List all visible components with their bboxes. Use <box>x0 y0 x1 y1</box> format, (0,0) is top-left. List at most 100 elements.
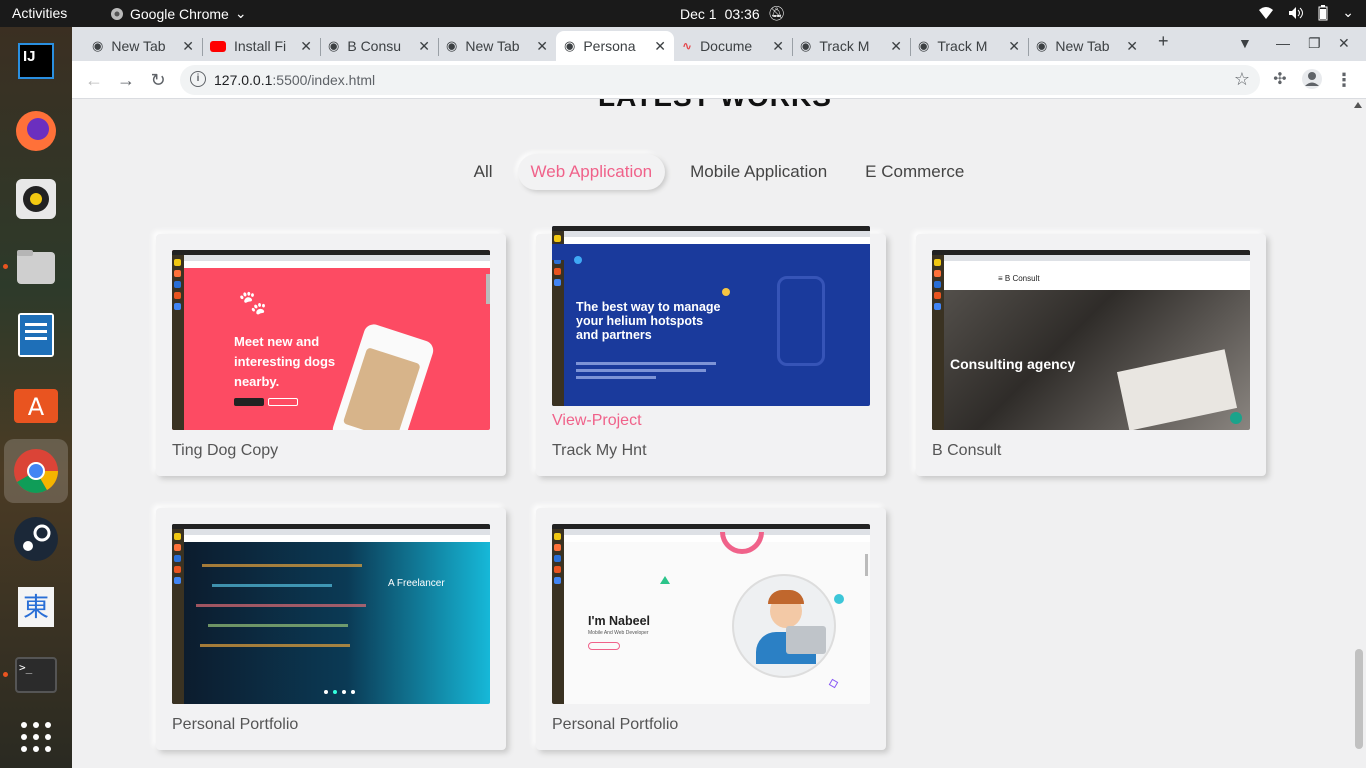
tab-track[interactable]: ◉ Track M ✕ <box>792 31 910 61</box>
software-center-icon[interactable]: A <box>10 377 62 429</box>
steam-icon[interactable] <box>10 513 62 565</box>
thumb-scrollbar <box>865 554 868 576</box>
menu-kebab-icon[interactable]: ⋮ <box>1332 68 1356 92</box>
project-thumbnail[interactable]: I'm Nabeel Mobile And Web Developer <box>552 524 870 704</box>
reload-icon[interactable]: ↻ <box>146 68 170 92</box>
info-icon[interactable]: i <box>190 71 206 87</box>
project-thumbnail[interactable]: A Freelancer <box>172 524 490 704</box>
project-card[interactable]: 🐾︎ Meet new and interesting dogs nearby.… <box>156 234 506 476</box>
mini-url <box>172 535 490 542</box>
time-label: 03:36 <box>724 5 760 22</box>
thumb-body-line <box>576 376 656 379</box>
tab-label: New Tab <box>111 38 166 54</box>
terminal-icon[interactable]: >_ <box>10 649 62 701</box>
filter-mobile-application[interactable]: Mobile Application <box>677 154 840 190</box>
restore-icon[interactable]: ❐ <box>1308 35 1321 52</box>
view-project-link[interactable]: View-Project <box>552 412 642 430</box>
libreoffice-writer-icon[interactable] <box>10 309 62 361</box>
battery-icon <box>1318 4 1328 20</box>
project-card[interactable]: I'm Nabeel Mobile And Web Developer Pers… <box>536 508 886 750</box>
thumb-avatar-circle <box>732 574 836 678</box>
chrome-globe-icon: ◉ <box>446 38 458 53</box>
url-host: 127.0.0.1 <box>214 72 273 88</box>
filter-bar: All Web Application Mobile Application E… <box>72 154 1366 190</box>
project-thumbnail[interactable]: ≡ B Consult Consulting agency <box>932 250 1250 430</box>
page-scrollbar-thumb[interactable] <box>1355 649 1363 749</box>
url-path: :5500/index.html <box>272 72 376 88</box>
tab-strip: ◉ New Tab ✕ Install Fi ✕ ◉ B Consu ✕ ◉ N… <box>72 27 1366 61</box>
thumb-subtitle: Mobile And Web Developer <box>588 630 649 636</box>
files-icon[interactable] <box>10 241 62 293</box>
tab-b-consult[interactable]: ◉ B Consu ✕ <box>320 31 438 61</box>
close-icon[interactable]: ✕ <box>418 38 430 55</box>
app-name: Google Chrome <box>130 5 229 22</box>
tab-new-tab[interactable]: ◉ New Tab ✕ <box>84 31 202 61</box>
close-window-icon[interactable]: ✕ <box>1338 35 1350 52</box>
thumb-scrollbar <box>486 274 490 304</box>
tab-label: New Tab <box>465 38 520 54</box>
filter-e-commerce[interactable]: E Commerce <box>852 154 977 190</box>
thumb-chat-icon <box>1230 412 1242 424</box>
docs-icon: ∿ <box>682 39 693 53</box>
input-method-icon[interactable]: 東 <box>10 581 62 633</box>
globe-icon: ◉ <box>800 38 812 53</box>
bookmark-star-icon[interactable]: ☆ <box>1234 69 1250 90</box>
app-grid-icon[interactable] <box>10 711 62 763</box>
forward-arrow-icon[interactable]: → <box>114 68 138 92</box>
back-arrow-icon[interactable]: ← <box>82 68 106 92</box>
address-bar[interactable]: i 127.0.0.1:5500/index.html ☆ <box>180 65 1260 95</box>
intellij-icon[interactable]: IJ <box>10 35 62 87</box>
globe-icon: ◉ <box>328 38 340 53</box>
thumb-code-line <box>200 644 350 647</box>
system-tray[interactable]: ⌄ <box>1258 4 1354 21</box>
filter-web-application[interactable]: Web Application <box>517 154 666 190</box>
thumb-playstore-button <box>268 398 298 406</box>
scroll-up-arrow-icon[interactable] <box>1354 102 1362 108</box>
thumb-logo-icon <box>574 256 582 264</box>
tab-new-tab[interactable]: ◉ New Tab ✕ <box>1028 31 1146 61</box>
close-icon[interactable]: ✕ <box>300 38 312 55</box>
dock: IJ A 東 >_ <box>0 27 72 768</box>
close-icon[interactable]: ✕ <box>182 38 194 55</box>
project-title: Track My Hnt <box>552 442 647 459</box>
mini-url <box>552 535 870 542</box>
mini-dock <box>172 255 184 430</box>
mini-dock <box>552 529 564 704</box>
project-thumbnail[interactable]: The best way to manage your helium hotsp… <box>552 226 870 406</box>
profile-avatar-icon[interactable] <box>1300 68 1324 92</box>
tab-personal-active[interactable]: ◉ Persona ✕ <box>556 31 674 61</box>
filter-all[interactable]: All <box>461 154 506 190</box>
thumb-phone-mockup <box>330 321 436 430</box>
thumb-helium-graphic <box>777 276 825 366</box>
app-menu[interactable]: Google Chrome ⌄ <box>110 5 247 22</box>
thumb-headline: Consulting agency <box>950 356 1076 372</box>
close-icon[interactable]: ✕ <box>1008 38 1020 55</box>
extensions-puzzle-icon[interactable]: ✣ <box>1268 68 1292 92</box>
project-thumbnail[interactable]: 🐾︎ Meet new and interesting dogs nearby. <box>172 250 490 430</box>
running-indicator <box>3 264 8 269</box>
url-text[interactable]: 127.0.0.1:5500/index.html <box>214 72 375 88</box>
chrome-icon[interactable] <box>4 439 68 503</box>
close-icon[interactable]: ✕ <box>654 38 666 55</box>
project-card[interactable]: A Freelancer Personal Portfolio <box>156 508 506 750</box>
close-icon[interactable]: ✕ <box>1126 38 1138 55</box>
tab-document[interactable]: ∿ Docume ✕ <box>674 31 792 61</box>
firefox-icon[interactable] <box>10 105 62 157</box>
close-icon[interactable]: ✕ <box>772 38 784 55</box>
project-card[interactable]: ≡ B Consult Consulting agency B Consult <box>916 234 1266 476</box>
tab-new-tab[interactable]: ◉ New Tab ✕ <box>438 31 556 61</box>
close-icon[interactable]: ✕ <box>890 38 902 55</box>
mini-url <box>932 261 1250 268</box>
clock[interactable]: Dec 1 03:36 🔕︎ <box>680 5 785 22</box>
chrome-globe-icon: ◉ <box>1036 38 1048 53</box>
project-card[interactable]: The best way to manage your helium hotsp… <box>536 226 886 476</box>
activities-button[interactable]: Activities <box>12 5 67 21</box>
tab-track[interactable]: ◉ Track M ✕ <box>910 31 1028 61</box>
tab-install[interactable]: Install Fi ✕ <box>202 31 320 61</box>
tab-label: Persona <box>583 38 636 54</box>
tab-search-icon[interactable]: ▼ <box>1238 35 1252 51</box>
minimize-icon[interactable]: — <box>1276 35 1290 51</box>
close-icon[interactable]: ✕ <box>536 38 548 55</box>
rhythmbox-icon[interactable] <box>10 173 62 225</box>
new-tab-plus-icon[interactable]: + <box>1158 31 1169 52</box>
